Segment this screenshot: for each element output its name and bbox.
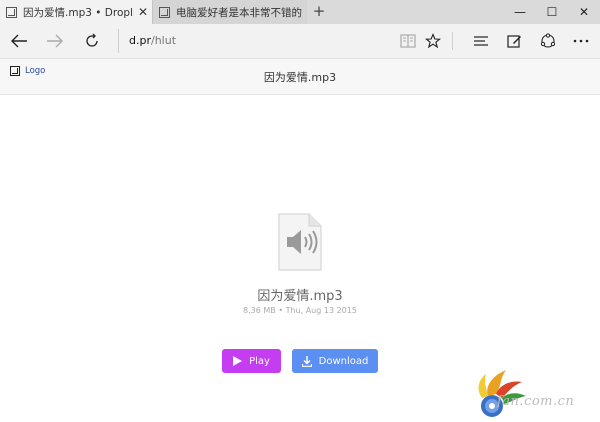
share-icon (540, 33, 556, 48)
audio-file-icon (278, 213, 322, 271)
hub-button[interactable] (466, 24, 496, 58)
more-button[interactable] (566, 24, 596, 58)
play-icon (233, 356, 243, 366)
tab-strip: 因为爱情.mp3 • Droplr ✕ 电脑爱好者是本非常不错的 + — ☐ ✕ (0, 0, 600, 24)
maximize-button[interactable]: ☐ (536, 0, 568, 24)
web-note-icon (506, 34, 521, 48)
download-icon (301, 355, 312, 367)
file-size: 8.36 MB (243, 306, 276, 315)
share-button[interactable] (533, 24, 563, 58)
back-arrow-icon (11, 34, 27, 48)
close-window-button[interactable]: ✕ (568, 0, 600, 24)
new-tab-button[interactable]: + (308, 0, 330, 24)
web-note-button[interactable] (499, 24, 529, 58)
back-button[interactable] (4, 24, 34, 58)
refresh-icon (86, 33, 98, 47)
minimize-button[interactable]: — (504, 0, 536, 24)
more-icon (573, 39, 589, 43)
file-meta: 8.36 MB • Thu, Aug 13 2015 (0, 306, 600, 315)
address-bar[interactable]: d.pr/hlut (118, 29, 388, 53)
play-button[interactable]: Play (222, 349, 281, 373)
file-name: 因为爱情.mp3 (257, 289, 343, 304)
toolbar-divider (452, 32, 453, 50)
forward-arrow-icon (47, 34, 63, 48)
tab-droplr[interactable]: 因为爱情.mp3 • Droplr ✕ (0, 0, 152, 24)
watermark-text: fan.com.cn (497, 394, 575, 409)
play-button-label: Play (249, 355, 270, 367)
page-header: Logo 因为爱情.mp3 (0, 59, 600, 95)
favorite-button[interactable] (418, 24, 448, 58)
file-date: Thu, Aug 13 2015 (285, 306, 357, 315)
navigation-bar: d.pr/hlut (0, 24, 600, 59)
close-tab-icon[interactable]: ✕ (134, 5, 152, 19)
download-button-label: Download (318, 355, 369, 367)
page-title: 因为爱情.mp3 (263, 71, 337, 84)
watermark-logo-icon (478, 370, 526, 417)
tab-title: 电脑爱好者是本非常不错的 (176, 6, 302, 19)
reading-view-icon (400, 34, 416, 48)
tab-title: 因为爱情.mp3 • Droplr (23, 6, 134, 19)
tab-article[interactable]: 电脑爱好者是本非常不错的 (152, 0, 307, 24)
favorite-star-icon (425, 33, 441, 49)
meta-separator: • (278, 306, 284, 315)
forward-button[interactable] (40, 24, 70, 58)
download-button[interactable]: Download (292, 349, 378, 373)
droplr-favicon-icon (6, 6, 17, 18)
hub-icon (474, 36, 488, 46)
page-favicon-icon (159, 6, 170, 18)
refresh-button[interactable] (77, 24, 107, 58)
address-path: /hlut (150, 34, 177, 47)
address-domain: d.pr (129, 34, 151, 47)
